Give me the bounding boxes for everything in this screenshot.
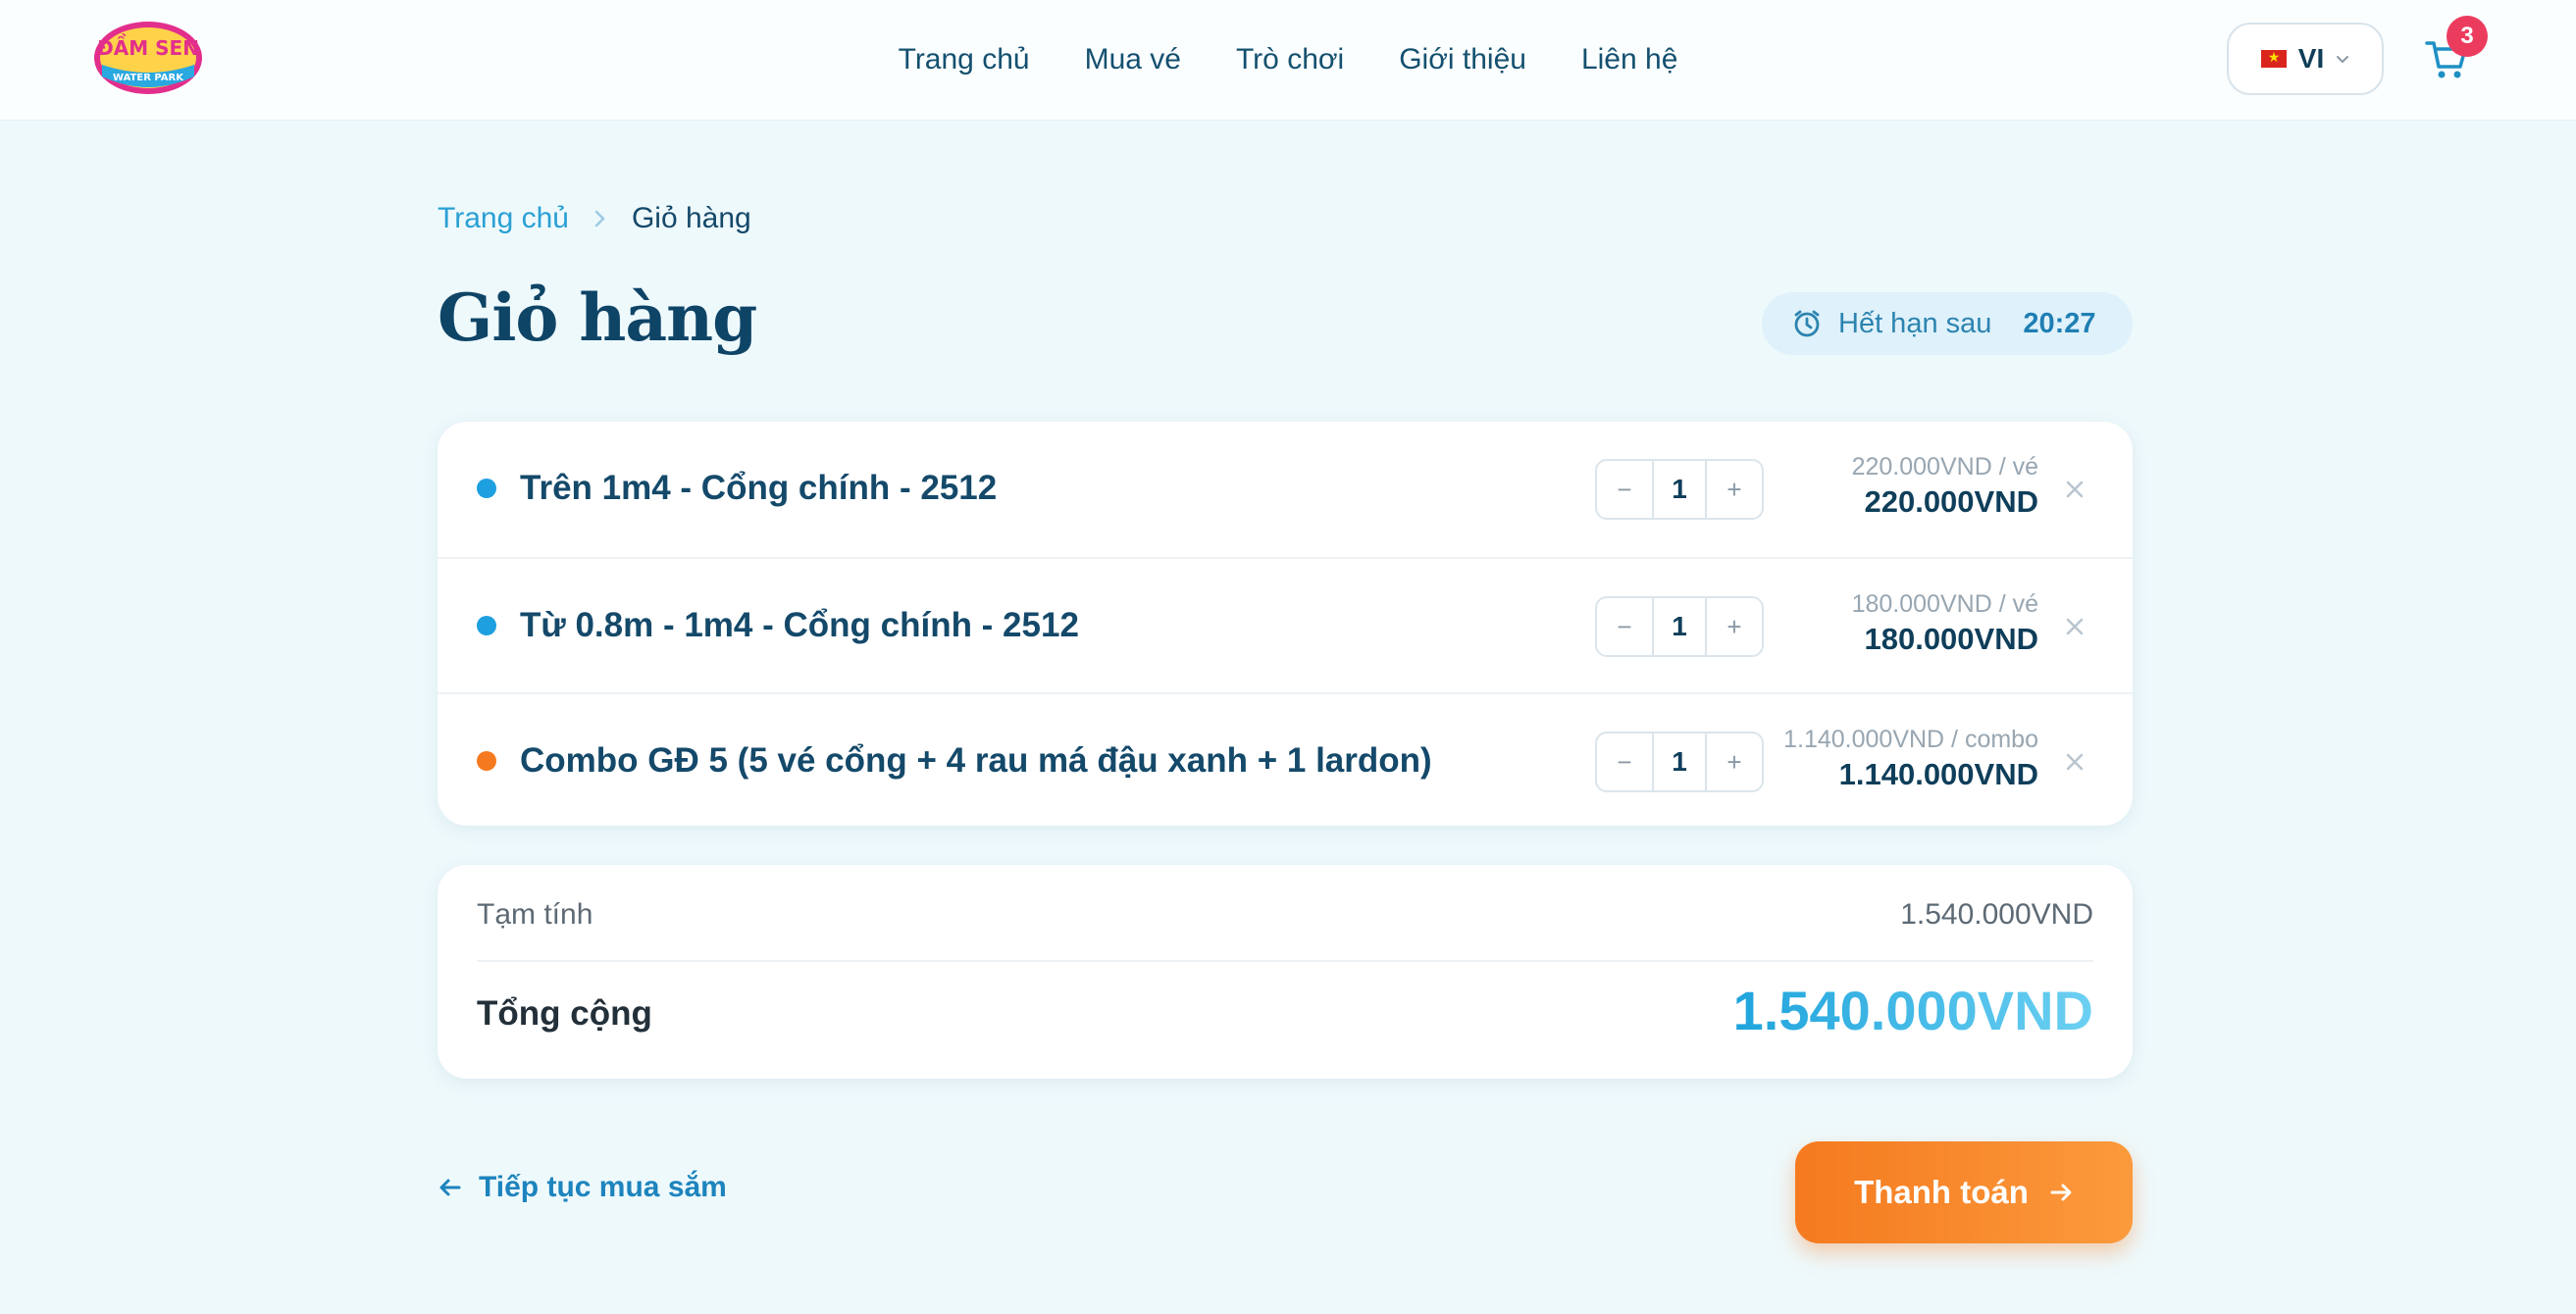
subtotal-label: Tạm tính xyxy=(477,898,593,931)
unit-price: 1.140.000VND / combo xyxy=(1783,726,2038,753)
timer-value: 20:27 xyxy=(2023,307,2096,339)
quantity-value[interactable]: 1 xyxy=(1652,598,1707,655)
summary-divider xyxy=(477,960,2093,962)
cart-item-list: Trên 1m4 - Cổng chính - 2512 − 1 + 220.0… xyxy=(438,422,2133,826)
breadcrumb-home[interactable]: Trang chủ xyxy=(438,202,569,235)
expiry-timer: Hết hạn sau 20:27 xyxy=(1762,292,2133,355)
unit-price: 220.000VND / vé xyxy=(1851,453,2038,480)
decrease-quantity-button[interactable]: − xyxy=(1597,461,1652,518)
decrease-quantity-button[interactable]: − xyxy=(1597,733,1652,790)
quantity-value[interactable]: 1 xyxy=(1652,733,1707,790)
item-type-dot xyxy=(477,479,496,498)
line-total: 1.140.000VND xyxy=(1838,757,2038,791)
decrease-quantity-button[interactable]: − xyxy=(1597,598,1652,655)
continue-shopping-label: Tiếp tục mua sắm xyxy=(479,1171,727,1203)
quantity-value[interactable]: 1 xyxy=(1652,461,1707,518)
line-total: 180.000VND xyxy=(1864,622,2038,656)
vietnam-flag-icon xyxy=(2260,49,2287,68)
timer-label: Hết hạn sau xyxy=(1838,307,1992,339)
remove-item-icon[interactable] xyxy=(2060,747,2089,777)
unit-price: 180.000VND / vé xyxy=(1851,590,2038,618)
increase-quantity-button[interactable]: + xyxy=(1707,733,1762,790)
order-summary: Tạm tính 1.540.000VND Tổng cộng 1.540.00… xyxy=(438,865,2133,1079)
site-header: ĐẦM SEN WATER PARK Trang chủ Mua vé Trò … xyxy=(0,0,2576,120)
nav-home[interactable]: Trang chủ xyxy=(899,43,1030,76)
alarm-clock-icon xyxy=(1794,310,1820,337)
arrow-left-icon xyxy=(439,1179,461,1196)
item-type-dot xyxy=(477,616,496,635)
increase-quantity-button[interactable]: + xyxy=(1707,461,1762,518)
breadcrumb-current: Giỏ hàng xyxy=(631,202,751,234)
continue-shopping-link[interactable]: Tiếp tục mua sắm xyxy=(438,1171,727,1204)
quantity-stepper: − 1 + xyxy=(1595,732,1764,792)
chevron-right-icon xyxy=(594,210,605,227)
total-value: 1.540.000VND xyxy=(1732,980,2093,1041)
remove-item-icon[interactable] xyxy=(2060,612,2089,641)
language-selector[interactable]: VI xyxy=(2227,23,2384,95)
nav-buy-tickets[interactable]: Mua vé xyxy=(1085,43,1181,76)
breadcrumb: Trang chủ Giỏ hàng xyxy=(438,202,751,235)
total-label: Tổng cộng xyxy=(477,994,652,1033)
cart-item-row: Combo GĐ 5 (5 vé cổng + 4 rau má đậu xan… xyxy=(438,692,2133,826)
page-title: Giỏ hàng xyxy=(438,279,757,356)
item-type-dot xyxy=(477,751,496,771)
item-name: Từ 0.8m - 1m4 - Cổng chính - 2512 xyxy=(520,606,1079,644)
nav-contact[interactable]: Liên hệ xyxy=(1581,43,1677,76)
item-name: Combo GĐ 5 (5 vé cổng + 4 rau má đậu xan… xyxy=(520,741,1432,780)
cart-item-row: Trên 1m4 - Cổng chính - 2512 − 1 + 220.0… xyxy=(438,422,2133,557)
arrow-right-icon xyxy=(2050,1184,2072,1201)
main-nav: Trang chủ Mua vé Trò chơi Giới thiệu Liê… xyxy=(0,0,2576,120)
checkout-label: Thanh toán xyxy=(1854,1174,2029,1210)
nav-games[interactable]: Trò chơi xyxy=(1236,43,1344,76)
language-code: VI xyxy=(2297,43,2325,74)
cart-item-row: Từ 0.8m - 1m4 - Cổng chính - 2512 − 1 + … xyxy=(438,557,2133,692)
remove-item-icon[interactable] xyxy=(2060,475,2089,504)
checkout-button[interactable]: Thanh toán xyxy=(1795,1141,2133,1243)
item-name: Trên 1m4 - Cổng chính - 2512 xyxy=(520,469,998,507)
subtotal-value: 1.540.000VND xyxy=(1900,898,2093,931)
quantity-stepper: − 1 + xyxy=(1595,459,1764,520)
chevron-down-icon xyxy=(2337,56,2349,64)
line-total: 220.000VND xyxy=(1864,484,2038,519)
nav-about[interactable]: Giới thiệu xyxy=(1399,43,1526,76)
quantity-stepper: − 1 + xyxy=(1595,596,1764,657)
cart-count-badge: 3 xyxy=(2447,16,2488,57)
increase-quantity-button[interactable]: + xyxy=(1707,598,1762,655)
